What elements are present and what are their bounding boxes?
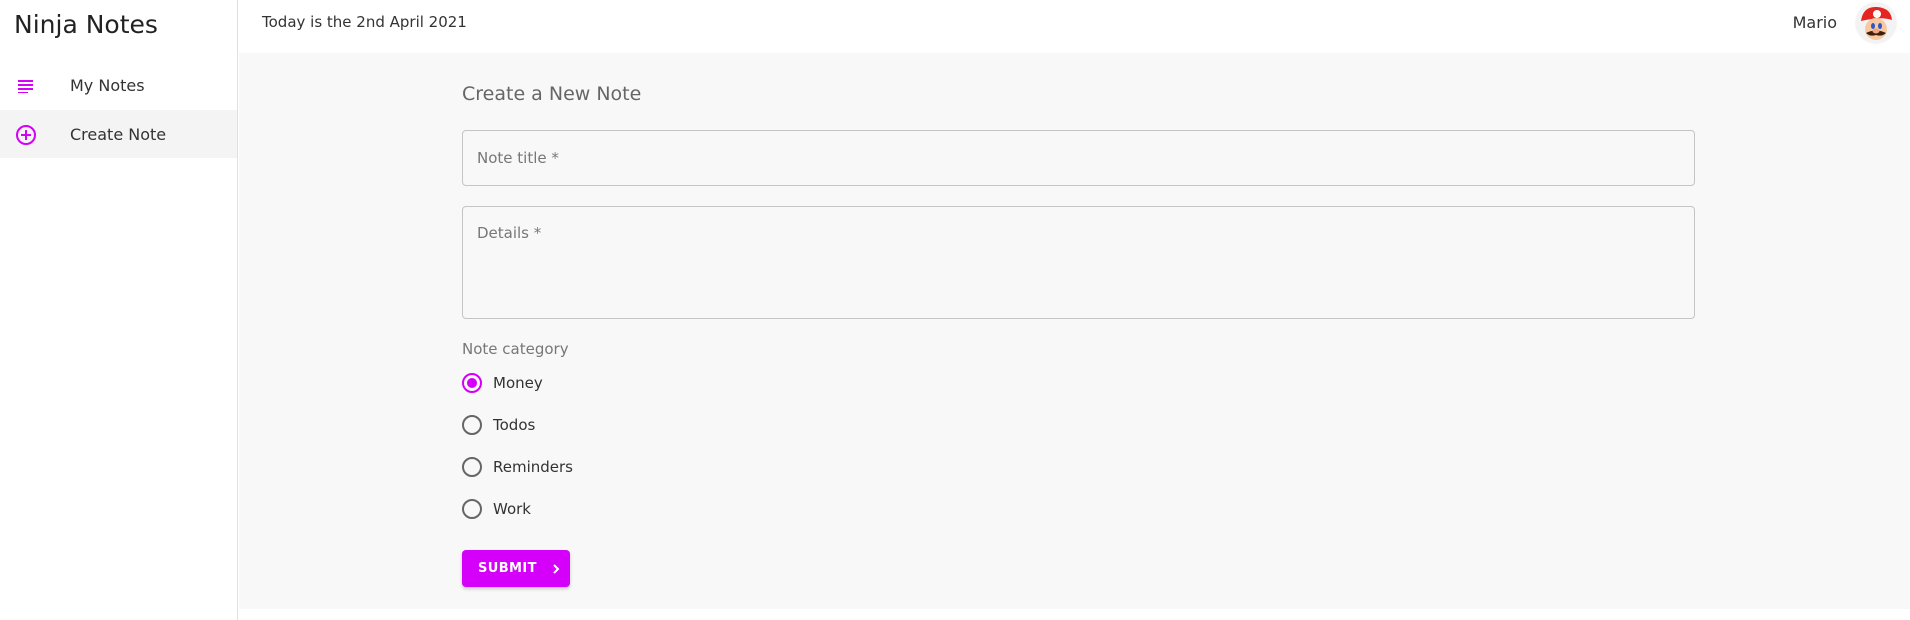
radio-unchecked-icon[interactable]: [462, 415, 482, 435]
category-option-reminders[interactable]: Reminders: [462, 452, 573, 482]
radio-label: Todos: [493, 416, 536, 434]
submit-label: SUBMIT: [478, 561, 537, 576]
radio-unchecked-icon[interactable]: [462, 499, 482, 519]
category-option-money[interactable]: Money: [462, 368, 543, 398]
add-circle-icon: [14, 123, 38, 147]
category-label: Note category: [462, 340, 569, 358]
radio-label: Money: [493, 374, 543, 392]
main-content: Create a New Note Note category Money To…: [239, 53, 1910, 609]
chevron-right-icon: [551, 563, 561, 575]
app-title: Ninja Notes: [14, 10, 158, 39]
avatar[interactable]: [1855, 2, 1897, 44]
note-title-input[interactable]: [463, 131, 1694, 185]
radio-checked-icon[interactable]: [462, 373, 482, 393]
category-option-work[interactable]: Work: [462, 494, 531, 524]
sidebar-item-create-note[interactable]: Create Note: [0, 110, 237, 158]
subject-icon: [14, 74, 38, 98]
sidebar: Ninja Notes My Notes Create Note: [0, 0, 238, 620]
category-option-todos[interactable]: Todos: [462, 410, 535, 440]
radio-unchecked-icon[interactable]: [462, 457, 482, 477]
sidebar-item-label: Create Note: [70, 124, 167, 144]
mario-avatar-icon: [1855, 2, 1897, 44]
date-text: Today is the 2nd April 2021: [262, 13, 467, 31]
note-title-field[interactable]: [462, 130, 1695, 186]
page-title: Create a New Note: [462, 83, 642, 105]
radio-label: Reminders: [493, 458, 573, 476]
details-input[interactable]: [463, 207, 1694, 318]
radio-label: Work: [493, 500, 531, 518]
submit-button[interactable]: SUBMIT: [462, 550, 570, 587]
username: Mario: [1792, 13, 1837, 32]
sidebar-item-label: My Notes: [70, 75, 145, 95]
top-bar: Today is the 2nd April 2021 Mario: [239, 0, 1910, 53]
sidebar-item-my-notes[interactable]: My Notes: [0, 61, 237, 109]
app-root: Ninja Notes My Notes Create Note Today i…: [0, 0, 1910, 620]
details-field[interactable]: [462, 206, 1695, 319]
